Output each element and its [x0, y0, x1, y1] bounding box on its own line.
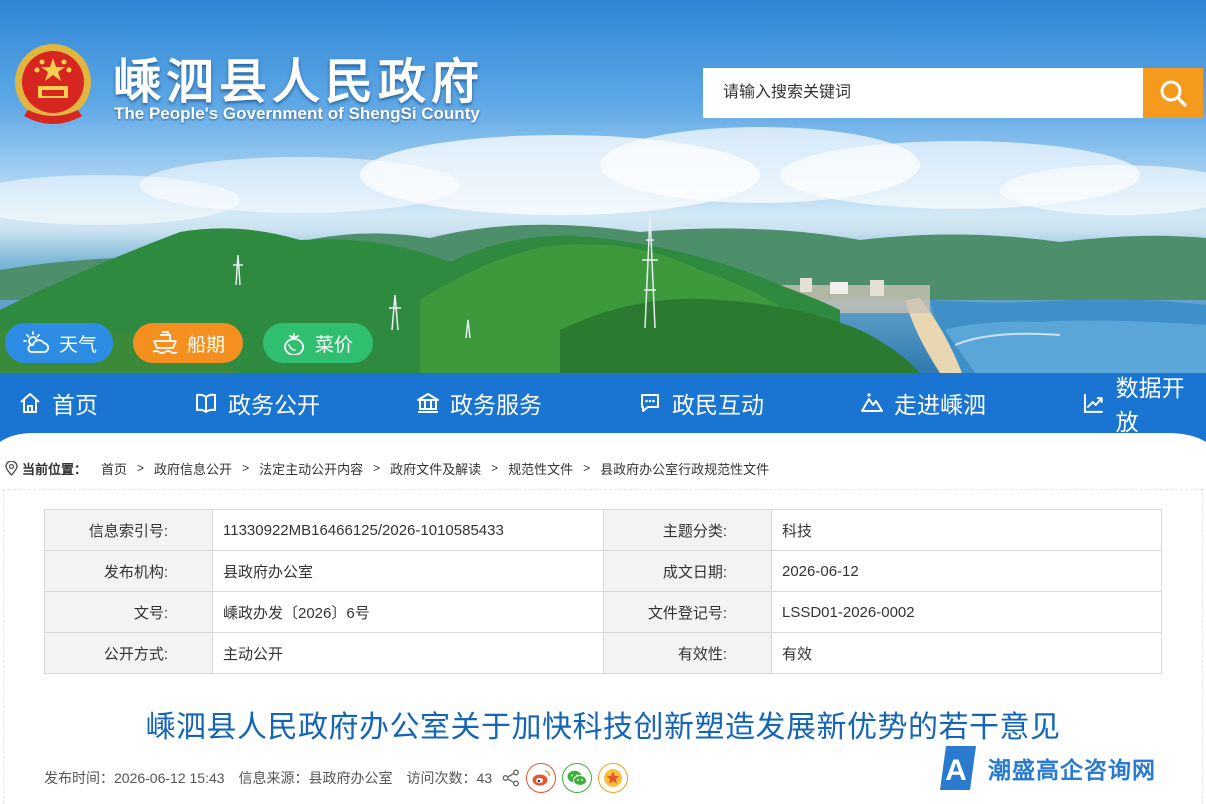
meta-key: 成文日期: — [603, 550, 772, 592]
breadcrumb-home[interactable]: 首页 — [101, 459, 127, 478]
mountain-icon — [861, 393, 883, 412]
home-icon — [20, 393, 40, 413]
vegetable-icon — [284, 333, 304, 355]
site-subtitle: The People's Government of ShengSi Count… — [114, 104, 480, 123]
weather-label: 天气 — [59, 333, 98, 356]
breadcrumb: 当前位置： 首页 > 政府信息公开 > 法定主动公开内容 > 政府文件及解读 >… — [5, 458, 769, 478]
table-row: 发布机构: 县政府办公室 成文日期: 2026-06-12 — [44, 550, 1162, 592]
source-value: 县政府办公室 — [308, 770, 393, 786]
meta-value: 嵊政办发〔2026〕6号 — [212, 591, 604, 633]
meta-key: 发布机构: — [44, 550, 213, 592]
nav-open-data-label: 数据开放 — [1115, 376, 1185, 436]
table-row: 信息索引号: 11330922MB16466125/2026-101058543… — [44, 509, 1162, 551]
chevron-right-icon: > — [583, 461, 591, 475]
chevron-right-icon: > — [491, 461, 499, 475]
nav-about-shengsi[interactable]: 走进嵊泗 — [860, 373, 986, 433]
publish-info-bar: 发布时间： 2026-06-12 15:43 信息来源： 县政府办公室 访问次数… — [44, 763, 629, 793]
meta-key: 主题分类: — [603, 509, 772, 551]
weibo-icon — [532, 770, 551, 786]
visits-label: 访问次数： — [406, 770, 477, 786]
ship-label: 船期 — [187, 333, 226, 356]
meta-value: 主动公开 — [212, 632, 604, 674]
national-emblem-icon — [15, 44, 91, 124]
ship-icon — [152, 331, 178, 354]
book-icon — [196, 393, 216, 413]
nav-home[interactable]: 首页 — [18, 373, 98, 433]
favorite-button[interactable] — [598, 763, 629, 793]
nav-about-shengsi-label: 走进嵊泗 — [894, 393, 986, 419]
main-nav — [0, 373, 1206, 433]
watermark-logo-icon: A — [940, 746, 976, 790]
wechat-icon — [567, 770, 588, 786]
meta-value: 县政府办公室 — [212, 550, 604, 592]
nav-gov-affairs[interactable]: 政务公开 — [194, 373, 320, 433]
government-building-icon — [417, 393, 439, 413]
ship-schedule-button[interactable]: 船期 — [133, 323, 243, 363]
header-banner: 嵊泗县人民政府 The People's Government of Sheng… — [0, 0, 1206, 373]
share-wechat-button[interactable] — [562, 763, 593, 793]
nav-open-data[interactable]: 数据开放 — [1082, 373, 1206, 436]
breadcrumb-label: 当前位置： — [22, 461, 88, 477]
search-button[interactable] — [1143, 68, 1203, 118]
chevron-right-icon: > — [137, 461, 145, 475]
vegetable-label: 菜价 — [315, 333, 354, 356]
chevron-right-icon: > — [373, 461, 381, 475]
nav-gov-services[interactable]: 政务服务 — [416, 373, 542, 433]
watermark-text: 潮盛高企咨询网 — [988, 757, 1156, 784]
chat-icon — [641, 394, 659, 412]
breadcrumb-office-normative[interactable]: 县政府办公室行政规范性文件 — [600, 459, 769, 478]
chart-icon — [1083, 394, 1103, 413]
watermark-letter: A — [945, 754, 967, 787]
nav-gov-affairs-label: 政务公开 — [228, 393, 320, 419]
share-icon[interactable] — [502, 769, 520, 787]
publish-time-label: 发布时间： — [44, 770, 114, 786]
meta-value: 11330922MB16466125/2026-1010585433 — [212, 509, 604, 551]
chevron-right-icon: > — [242, 461, 250, 475]
share-weibo-button[interactable] — [526, 763, 557, 793]
meta-value: LSSD01-2026-0002 — [771, 591, 1162, 633]
vegetable-price-button[interactable]: 菜价 — [263, 323, 373, 363]
meta-key: 文件登记号: — [603, 591, 772, 633]
breadcrumb-statutory[interactable]: 法定主动公开内容 — [259, 459, 363, 478]
breadcrumb-normative[interactable]: 规范性文件 — [508, 459, 573, 478]
breadcrumb-documents[interactable]: 政府文件及解读 — [390, 459, 481, 478]
site-title: 嵊泗县人民政府 — [113, 54, 485, 110]
watermark: A 潮盛高企咨询网 — [936, 738, 1166, 798]
table-row: 公开方式: 主动公开 有效性: 有效 — [44, 632, 1162, 674]
source-label: 信息来源： — [238, 770, 309, 786]
search-input[interactable] — [703, 68, 1143, 118]
meta-value: 2026-06-12 — [771, 550, 1162, 592]
visits-count: 43 — [476, 770, 493, 786]
meta-key: 文号: — [44, 591, 213, 633]
nav-wave-decoration — [0, 426, 1206, 442]
weather-button[interactable]: 天气 — [5, 323, 113, 363]
meta-key: 信息索引号: — [44, 509, 213, 551]
meta-key: 公开方式: — [44, 632, 213, 674]
nav-gov-services-label: 政务服务 — [450, 393, 542, 419]
nav-interaction-label: 政民互动 — [672, 393, 764, 419]
nav-interaction[interactable]: 政民互动 — [638, 373, 764, 433]
document-meta-table: 信息索引号: 11330922MB16466125/2026-101058543… — [44, 509, 1162, 674]
meta-value: 科技 — [771, 509, 1162, 551]
search-icon — [1160, 80, 1187, 107]
table-row: 文号: 嵊政办发〔2026〕6号 文件登记号: LSSD01-2026-0002 — [44, 591, 1162, 633]
breadcrumb-gov-info[interactable]: 政府信息公开 — [154, 459, 232, 478]
meta-key: 有效性: — [603, 632, 772, 674]
nav-home-label: 首页 — [52, 393, 98, 419]
weather-icon — [23, 331, 50, 353]
favorite-star-icon — [604, 769, 623, 787]
meta-value: 有效 — [771, 632, 1162, 674]
location-pin-icon — [5, 460, 18, 476]
publish-time: 2026-06-12 15:43 — [114, 770, 225, 786]
